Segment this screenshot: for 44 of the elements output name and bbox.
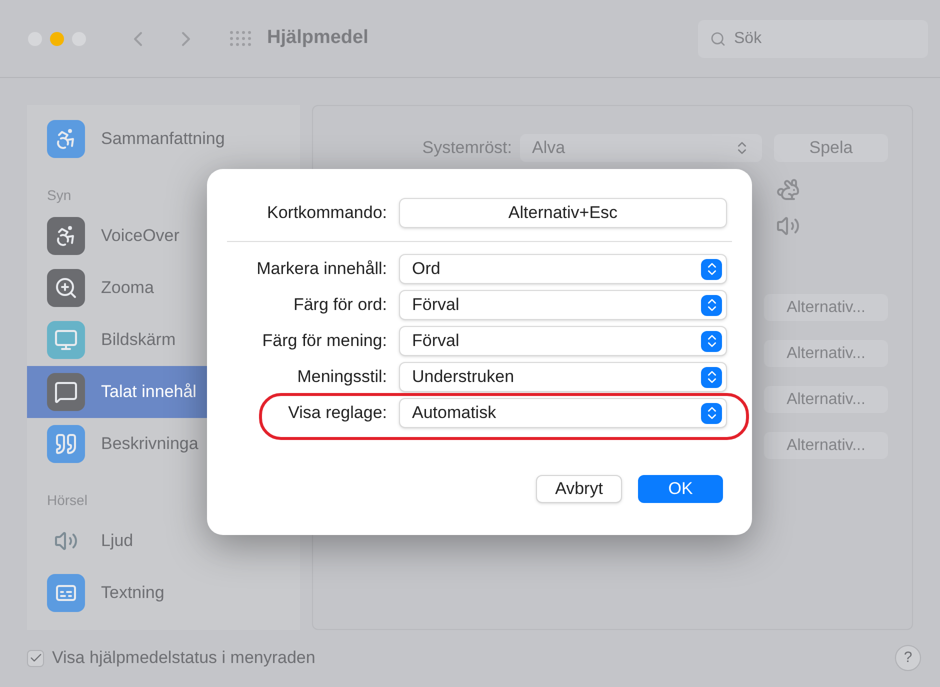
rabbit-icon [776, 178, 800, 202]
search-field[interactable]: Sök [698, 20, 928, 58]
field-label: Markera innehåll: [256, 258, 387, 280]
options-button[interactable]: Alternativ... [764, 432, 888, 459]
popup-select[interactable]: Understruken [399, 362, 727, 392]
checkbox-label: Visa hjälpmedelstatus i menyraden [52, 647, 316, 670]
section-heading: Hörsel [46, 491, 88, 510]
field-label: Färg för mening: [261, 330, 387, 352]
play-button[interactable]: Spela [774, 134, 888, 162]
grid-icon[interactable] [230, 31, 251, 46]
sidebar-item[interactable]: Textning [27, 567, 300, 619]
updown-icon [701, 366, 722, 388]
search-icon [710, 30, 726, 46]
options-button[interactable]: Alternativ... [764, 340, 888, 367]
popup-select[interactable]: Automatisk [399, 398, 727, 428]
updown-icon [701, 294, 722, 316]
quote-bubble-icon [47, 425, 85, 463]
updown-icon [701, 258, 722, 280]
checkbox[interactable] [27, 650, 44, 666]
section-heading: Syn [46, 186, 72, 205]
updown-icon [701, 402, 722, 424]
cancel-button[interactable]: Avbryt [536, 475, 622, 503]
magnifier-icon [47, 269, 85, 307]
window-title: Hjälpmedel [267, 26, 368, 50]
speech-bubble-icon [47, 373, 85, 411]
popup-select[interactable]: Förval [399, 326, 727, 356]
updown-icon [701, 330, 722, 352]
field-label: Färg för ord: [292, 294, 387, 316]
shortcut-field[interactable]: Alternativ+Esc [399, 198, 727, 228]
options-button[interactable]: Alternativ... [764, 294, 888, 321]
popup-select[interactable]: Ord [399, 254, 727, 284]
voice-label: Systemröst: [422, 137, 512, 160]
sidebar-item[interactable]: Ljud [27, 515, 300, 567]
shortcut-label: Kortkommando: [266, 202, 387, 224]
monitor-icon [47, 321, 85, 359]
ok-button[interactable]: OK [638, 475, 723, 503]
minimize-window-icon[interactable] [50, 32, 64, 46]
captions-icon [47, 574, 85, 612]
popup-select[interactable]: Förval [399, 290, 727, 320]
speaker-icon [776, 214, 800, 238]
options-button[interactable]: Alternativ... [764, 386, 888, 413]
help-button[interactable]: ? [895, 645, 921, 671]
sidebar-item[interactable]: Sammanfattning [27, 113, 300, 165]
voice-select[interactable]: Alva [520, 134, 762, 162]
